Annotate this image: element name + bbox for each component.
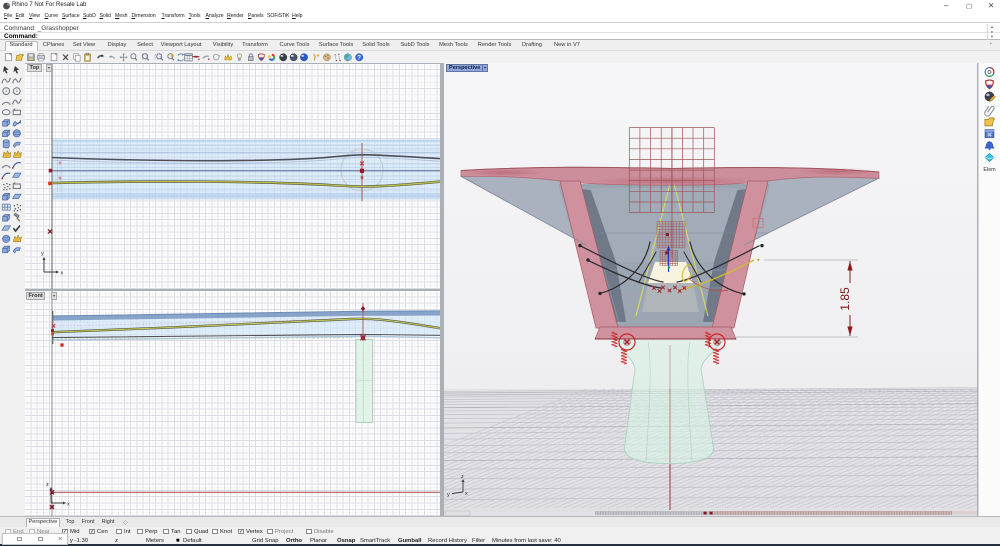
- svg-text:y: y: [41, 251, 44, 257]
- svg-text:x: x: [61, 271, 64, 277]
- svg-text:y: y: [447, 492, 450, 498]
- svg-text:⌘: ⌘: [987, 133, 992, 139]
- svg-text:z: z: [461, 474, 464, 480]
- svg-text:x: x: [465, 491, 468, 497]
- svg-text:Elem: Elem: [983, 167, 996, 173]
- svg-text:1.85: 1.85: [838, 287, 852, 311]
- svg-text:z: z: [46, 482, 49, 488]
- svg-text:x: x: [67, 502, 70, 508]
- svg-text:?: ?: [357, 55, 361, 62]
